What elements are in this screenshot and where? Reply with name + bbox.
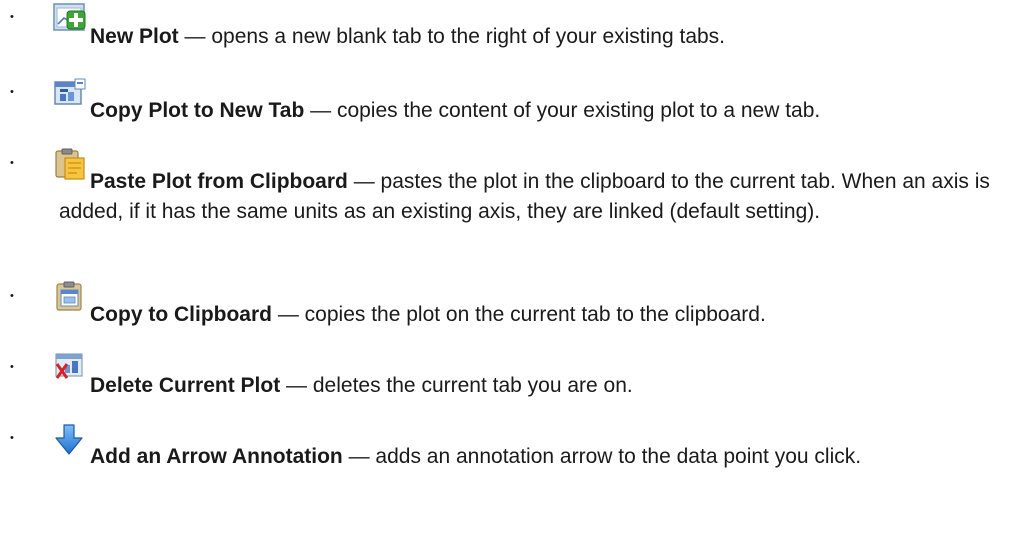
item-description: — opens a new blank tab to the right of … bbox=[178, 25, 726, 48]
item-text: Copy to Clipboard — copies the plot on t… bbox=[90, 300, 1028, 330]
item-description: — deletes the current tab you are on. bbox=[280, 374, 633, 397]
item-text: Copy Plot to New Tab — copies the conten… bbox=[90, 96, 1028, 126]
item-text: Delete Current Plot — deletes the curren… bbox=[90, 371, 1028, 401]
item-title: Add an Arrow Annotation bbox=[90, 445, 343, 468]
bullet: • bbox=[10, 361, 14, 373]
bullet: • bbox=[10, 290, 14, 302]
item-title: Copy Plot to New Tab bbox=[90, 99, 305, 122]
item-description: — copies the plot on the current tab to … bbox=[272, 303, 766, 326]
item-description: — copies the content of your existing pl… bbox=[304, 99, 821, 122]
bullet: • bbox=[10, 432, 14, 444]
delete-plot-icon bbox=[53, 351, 87, 385]
item-description: — adds an annotation arrow to the data p… bbox=[342, 445, 862, 468]
item-title: Copy to Clipboard bbox=[90, 303, 272, 326]
bullet: • bbox=[10, 11, 14, 23]
item-title: Paste Plot from Clipboard bbox=[90, 170, 348, 193]
copy-to-clipboard-icon bbox=[53, 280, 87, 314]
item-text: Add an Arrow Annotation — adds an annota… bbox=[59, 442, 1028, 472]
item-text: New Plot — opens a new blank tab to the … bbox=[90, 22, 1028, 52]
item-text: Paste Plot from Clipboard — pastes the p… bbox=[59, 167, 1028, 227]
copy-plot-to-new-tab-icon bbox=[53, 77, 87, 111]
item-title: New Plot bbox=[90, 25, 179, 48]
item-title: Delete Current Plot bbox=[90, 374, 281, 397]
bullet: • bbox=[10, 157, 14, 169]
new-plot-icon bbox=[53, 2, 87, 36]
bullet: • bbox=[10, 86, 14, 98]
